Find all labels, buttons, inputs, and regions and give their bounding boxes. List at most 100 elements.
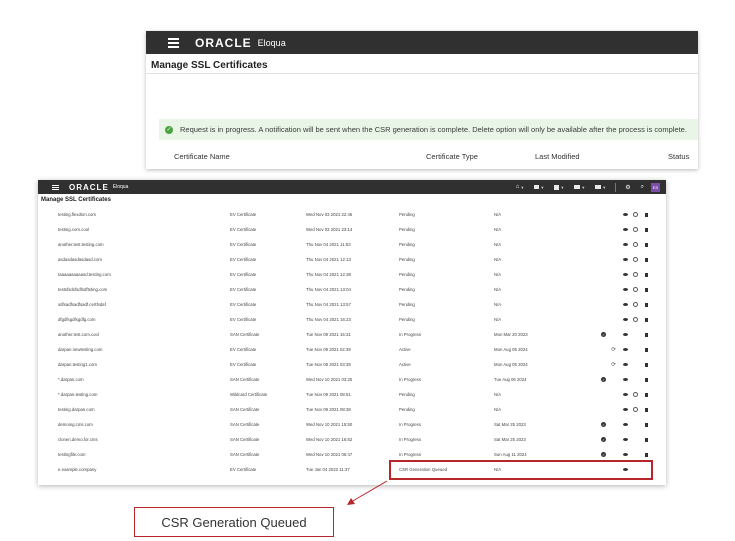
table-row[interactable]: testing.flexdsm.com EV Certificate Wed Nov…	[38, 207, 666, 222]
eye-icon[interactable]	[622, 421, 629, 428]
eye-icon[interactable]	[622, 211, 629, 218]
chevron-down-icon: ▼	[540, 184, 545, 190]
download-icon[interactable]	[632, 241, 639, 248]
trash-icon[interactable]	[643, 211, 650, 218]
certificate-name-cell: another.test.testing.com	[58, 242, 104, 247]
table-row[interactable]: testsfsdsfsdfsdftsting.com EV Certificate…	[38, 282, 666, 297]
request-date-cell: N/A	[494, 317, 502, 322]
table-row[interactable]: darpan.testing1.com EV Certificate Tue Nov…	[38, 357, 666, 372]
table-row[interactable]: demoing.cms.com SAN Certificate Wed Nov 10…	[38, 417, 666, 432]
eye-icon[interactable]	[622, 316, 629, 323]
trash-icon[interactable]	[643, 316, 650, 323]
eye-icon[interactable]	[622, 361, 629, 368]
download-icon[interactable]	[632, 256, 639, 263]
table-row[interactable]: another.test.testing.com EV Certificate Th…	[38, 237, 666, 252]
certificate-type-cell: EV Certificate	[230, 227, 257, 232]
check-icon[interactable]: ✓	[600, 376, 607, 383]
table-row[interactable]: another.test.com.cool SAN Certificate Tue …	[38, 327, 666, 342]
trash-icon[interactable]	[643, 361, 650, 368]
trash-icon[interactable]	[643, 391, 650, 398]
column-header-certificate-name[interactable]: Certificate Name	[174, 152, 230, 161]
audience-menu-button[interactable]: ▼	[571, 185, 588, 190]
trash-icon[interactable]	[643, 451, 650, 458]
analytics-menu-button[interactable]: ▼	[592, 185, 609, 190]
download-icon[interactable]	[632, 391, 639, 398]
trash-icon[interactable]	[643, 301, 650, 308]
column-header-last-modified[interactable]: Last Modified	[535, 152, 580, 161]
search-button[interactable]: ⌕	[638, 184, 647, 191]
column-header-status[interactable]: Status	[668, 152, 689, 161]
certificate-name-cell: *.darpan.testing.com	[58, 392, 98, 397]
eye-icon[interactable]	[622, 391, 629, 398]
trash-icon[interactable]	[643, 346, 650, 353]
renew-icon[interactable]: ⟳	[610, 361, 617, 368]
check-icon[interactable]: ✓	[600, 451, 607, 458]
download-icon[interactable]	[632, 286, 639, 293]
download-icon[interactable]	[632, 406, 639, 413]
hamburger-menu-icon[interactable]	[52, 184, 59, 190]
eye-icon[interactable]	[622, 451, 629, 458]
csr-generation-queued-callout: CSR Generation Queued	[134, 507, 334, 537]
download-icon[interactable]	[632, 211, 639, 218]
queued-row-highlight	[389, 460, 653, 480]
table-row[interactable]: clonen.demo.for.cms SAN Certificate Wed No…	[38, 432, 666, 447]
trash-icon[interactable]	[643, 226, 650, 233]
main-navbar: ORACLE Eloqua ⌂ ▼ ▼ ▼ ▼ ▼ ⚙ ⌕ ES	[38, 180, 666, 194]
download-icon[interactable]	[632, 316, 639, 323]
check-icon[interactable]: ✓	[600, 421, 607, 428]
download-icon[interactable]	[632, 301, 639, 308]
request-date-cell: Sun Aug 11 2024	[494, 452, 527, 457]
table-row[interactable]: *.darpan.testing.com Wildcard Certificate…	[38, 387, 666, 402]
trash-icon[interactable]	[643, 331, 650, 338]
eye-icon[interactable]	[622, 301, 629, 308]
column-header-certificate-type[interactable]: Certificate Type	[426, 152, 478, 161]
home-icon: ⌂	[515, 184, 520, 190]
eye-icon[interactable]	[622, 346, 629, 353]
chevron-down-icon: ▼	[520, 184, 525, 190]
certificate-type-cell: EV Certificate	[230, 257, 257, 262]
eye-icon[interactable]	[622, 436, 629, 443]
eye-icon[interactable]	[622, 226, 629, 233]
user-avatar[interactable]: ES	[651, 182, 660, 192]
assets-menu-button[interactable]: ▼	[551, 184, 567, 190]
hamburger-menu-icon[interactable]	[168, 37, 179, 48]
eye-icon[interactable]	[622, 256, 629, 263]
certificate-type-cell: EV Certificate	[230, 362, 257, 367]
table-row[interactable]: taaaaaaaaaasd.testing.com EV Certificate T…	[38, 267, 666, 282]
eye-icon[interactable]	[622, 286, 629, 293]
eye-icon[interactable]	[622, 376, 629, 383]
table-row[interactable]: asdasdasdasdasd.com EV Certificate Thu Nov…	[38, 252, 666, 267]
trash-icon[interactable]	[643, 256, 650, 263]
download-icon[interactable]	[632, 226, 639, 233]
table-row[interactable]: testing.com.cool EV Certificate Wed Nov 03…	[38, 222, 666, 237]
settings-button[interactable]: ⚙	[622, 184, 633, 191]
table-row[interactable]: *.darpan.com SAN Certificate Wed Nov 10 20…	[38, 372, 666, 387]
orchestration-menu-button[interactable]: ▼	[531, 185, 547, 190]
eye-icon[interactable]	[622, 406, 629, 413]
trash-icon[interactable]	[643, 421, 650, 428]
download-icon[interactable]	[632, 271, 639, 278]
last-modified-cell: Tue Nov 09 2021 15:31	[306, 332, 351, 337]
trash-icon[interactable]	[643, 376, 650, 383]
trash-icon[interactable]	[643, 436, 650, 443]
eye-icon[interactable]	[622, 331, 629, 338]
home-menu-button[interactable]: ⌂ ▼	[513, 184, 528, 190]
chevron-down-icon: ▼	[560, 184, 565, 190]
eloqua-product-name: Eloqua	[112, 184, 129, 190]
table-row[interactable]: testing.darpan.com SAN Certificate Tue Nov…	[38, 402, 666, 417]
table-row[interactable]: darpan.newtesting.com EV Certificate Tue N…	[38, 342, 666, 357]
certificate-name-cell: e.example.company	[58, 467, 97, 472]
check-icon[interactable]: ✓	[600, 331, 607, 338]
last-modified-cell: Tue Nov 09 2021 03:39	[306, 362, 351, 367]
trash-icon[interactable]	[643, 286, 650, 293]
trash-icon[interactable]	[643, 271, 650, 278]
trash-icon[interactable]	[643, 241, 650, 248]
eye-icon[interactable]	[622, 271, 629, 278]
trash-icon[interactable]	[643, 406, 650, 413]
check-icon[interactable]: ✓	[600, 436, 607, 443]
eye-icon[interactable]	[622, 241, 629, 248]
renew-icon[interactable]: ⟳	[610, 346, 617, 353]
table-row[interactable]: sdfsadfsadfsadf.certfsdaf EV Certificate T…	[38, 297, 666, 312]
table-row[interactable]: dfgdfsgdfsgdfg.com EV Certificate Thu Nov …	[38, 312, 666, 327]
certificate-type-cell: SAN Certificate	[230, 452, 260, 457]
